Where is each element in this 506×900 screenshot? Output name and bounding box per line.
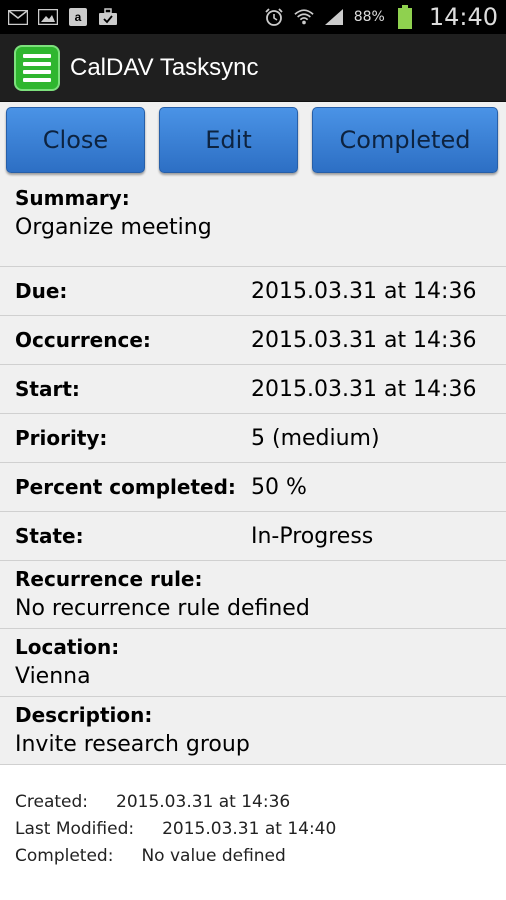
last-modified-line: Last Modified: 2015.03.31 at 14:40: [15, 816, 491, 843]
app-title: CalDAV Tasksync: [70, 53, 259, 81]
last-modified-label: Last Modified:: [15, 819, 135, 839]
recurrence-value: No recurrence rule defined: [15, 596, 310, 621]
summary-value: Organize meeting: [15, 215, 212, 240]
field-row-start: Start: 2015.03.31 at 14:36: [0, 365, 506, 414]
priority-label: Priority:: [15, 426, 108, 450]
description-section: Description: Invite research group: [0, 697, 506, 765]
occurrence-value: 2015.03.31 at 14:36: [251, 327, 477, 353]
due-label: Due:: [15, 279, 68, 303]
percent-completed-label: Percent completed:: [15, 475, 236, 499]
edit-button[interactable]: Edit: [159, 107, 298, 173]
created-line: Created: 2015.03.31 at 14:36: [15, 789, 491, 816]
task-list-icon[interactable]: [14, 44, 60, 91]
summary-section: Summary: Organize meeting: [0, 178, 506, 267]
signal-icon: [324, 8, 344, 26]
description-value: Invite research group: [15, 732, 250, 757]
field-row-due: Due: 2015.03.31 at 14:36: [0, 267, 506, 316]
completed-label: Completed:: [15, 846, 114, 866]
recurrence-label: Recurrence rule:: [15, 567, 203, 591]
completed-button[interactable]: Completed: [312, 107, 498, 173]
field-row-state: State: In-Progress: [0, 512, 506, 561]
status-bar: a 88% 14:40: [0, 0, 506, 34]
summary-label: Summary:: [15, 186, 130, 210]
amazon-icon: a: [68, 8, 88, 26]
due-value: 2015.03.31 at 14:36: [251, 278, 477, 304]
briefcase-icon: [98, 8, 118, 26]
field-row-occurrence: Occurrence: 2015.03.31 at 14:36: [0, 316, 506, 365]
state-label: State:: [15, 524, 84, 548]
state-value: In-Progress: [251, 523, 374, 549]
priority-value: 5 (medium): [251, 425, 380, 451]
clock: 14:40: [428, 3, 498, 31]
wifi-icon: [294, 8, 314, 26]
recurrence-section: Recurrence rule: No recurrence rule defi…: [0, 561, 506, 629]
field-row-priority: Priority: 5 (medium): [0, 414, 506, 463]
mail-icon: [8, 8, 28, 26]
close-button[interactable]: Close: [6, 107, 145, 173]
created-value: 2015.03.31 at 14:36: [116, 792, 291, 812]
field-row-percent-completed: Percent completed: 50 %: [0, 463, 506, 512]
location-section: Location: Vienna: [0, 629, 506, 697]
occurrence-label: Occurrence:: [15, 328, 151, 352]
system-icons: 88% 14:40: [264, 3, 498, 31]
notification-icons: a: [8, 8, 118, 26]
image-icon: [38, 8, 58, 26]
created-label: Created:: [15, 792, 89, 812]
location-label: Location:: [15, 635, 120, 659]
battery-icon: [395, 5, 415, 29]
task-metadata: Created: 2015.03.31 at 14:36 Last Modifi…: [0, 765, 506, 870]
start-value: 2015.03.31 at 14:36: [251, 376, 477, 402]
last-modified-value: 2015.03.31 at 14:40: [162, 819, 337, 839]
completed-value: No value defined: [141, 846, 286, 866]
battery-percent: 88%: [353, 9, 385, 25]
location-value: Vienna: [15, 664, 91, 689]
percent-completed-value: 50 %: [251, 474, 307, 500]
action-bar: CalDAV Tasksync: [0, 34, 506, 102]
alarm-icon: [264, 8, 284, 26]
start-label: Start:: [15, 377, 80, 401]
svg-text:a: a: [75, 10, 82, 24]
completed-line: Completed: No value defined: [15, 843, 491, 870]
button-bar: Close Edit Completed: [0, 102, 506, 178]
description-label: Description:: [15, 703, 153, 727]
